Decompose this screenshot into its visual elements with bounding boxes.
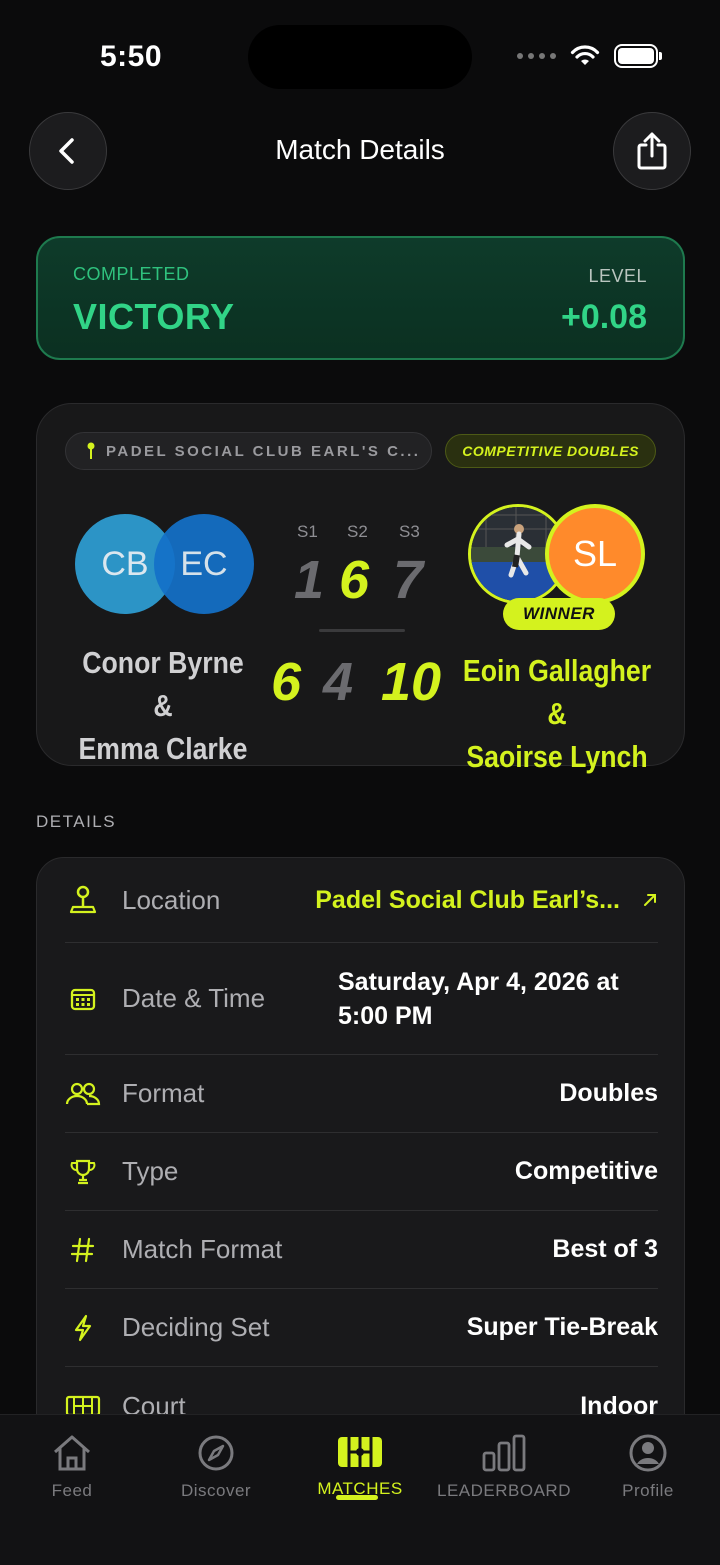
wifi-icon <box>570 45 600 65</box>
team1-name-line: Conor Byrne & <box>82 645 244 723</box>
detail-label: Deciding Set <box>122 1312 270 1342</box>
team1-set-score: 7 <box>393 550 424 610</box>
trophy-icon <box>65 1154 101 1190</box>
users-icon <box>65 1076 101 1112</box>
lightning-icon <box>65 1310 101 1346</box>
compass-icon <box>198 1435 234 1471</box>
team2-set-score: 4 <box>323 652 354 712</box>
detail-value: Best of 3 <box>552 1235 658 1263</box>
avatar[interactable]: SL <box>545 504 645 604</box>
team1-set-score: 6 <box>339 550 370 610</box>
bar-chart-icon <box>482 1434 526 1472</box>
match-status: COMPLETED <box>73 264 190 284</box>
team1-name-line: Emma Clarke <box>78 731 248 766</box>
calendar-icon <box>65 981 101 1017</box>
team2-set-score: 6 <box>271 652 302 712</box>
location-link[interactable]: Padel Social Club Earl’s... <box>315 886 620 915</box>
time-value: 5:00 PM <box>338 1001 433 1030</box>
detail-row-type: Type Competitive <box>65 1133 658 1211</box>
map-pin-icon <box>65 882 101 918</box>
status-time: 5:50 <box>100 40 163 73</box>
details-card: Location Padel Social Club Earl’s... Dat… <box>36 857 685 1477</box>
cellular-icon <box>517 53 556 59</box>
battery-icon <box>614 44 662 68</box>
team1-name: Conor Byrne & Emma Clarke <box>72 641 254 770</box>
date-value: Saturday, Apr 4, 2026 at <box>338 967 619 996</box>
home-icon <box>54 1435 90 1471</box>
detail-label: Type <box>122 1156 179 1186</box>
tab-label: Profile <box>622 1481 674 1500</box>
venue-name: PADEL SOCIAL CLUB EARL'S C... <box>106 442 421 460</box>
detail-label: Format <box>122 1078 205 1108</box>
detail-value: Saturday, Apr 4, 2026 at 5:00 PM <box>338 965 658 1033</box>
share-button[interactable] <box>613 112 691 190</box>
share-icon <box>637 132 667 170</box>
pin-icon <box>87 442 95 459</box>
detail-row-deciding-set: Deciding Set Super Tie-Break <box>65 1289 658 1367</box>
status-indicators <box>517 44 662 68</box>
detail-value: Super Tie-Break <box>466 1313 658 1341</box>
detail-row-location[interactable]: Location Padel Social Club Earl’s... <box>65 858 658 943</box>
team2-name-line: Saoirse Lynch <box>466 739 648 774</box>
profile-icon <box>629 1434 667 1472</box>
tab-label: LEADERBOARD <box>437 1481 571 1500</box>
result-banner: COMPLETED VICTORY LEVEL +0.08 <box>36 236 685 360</box>
active-tab-indicator <box>336 1495 378 1500</box>
tab-label: Feed <box>51 1481 93 1500</box>
detail-label: Match Format <box>122 1234 283 1264</box>
tab-feed[interactable]: Feed <box>0 1433 144 1501</box>
external-link-icon <box>644 894 656 906</box>
score-divider <box>319 629 405 632</box>
detail-label: Location <box>122 884 221 915</box>
team2-name: Eoin Gallagher & Saoirse Lynch <box>457 649 657 778</box>
tab-bar: Feed Discover MATCHES LEADERBOARD Profil… <box>0 1414 720 1565</box>
match-outcome: VICTORY <box>73 296 235 337</box>
team2-name-line: Eoin Gallagher & <box>462 653 652 731</box>
detail-row-date-time: Date & Time Saturday, Apr 4, 2026 at 5:0… <box>65 943 658 1055</box>
set-header: S2 <box>347 522 368 541</box>
details-section-label: DETAILS <box>36 812 117 831</box>
avatar[interactable]: EC <box>154 514 254 614</box>
winner-badge: WINNER <box>503 598 615 630</box>
page-title: Match Details <box>275 134 445 165</box>
tab-leaderboard[interactable]: LEADERBOARD <box>432 1433 576 1501</box>
tab-matches[interactable]: MATCHES <box>288 1433 432 1499</box>
detail-value: Doubles <box>559 1079 658 1107</box>
dynamic-island <box>248 25 472 89</box>
level-change: +0.08 <box>560 298 647 336</box>
set-header: S1 <box>297 522 318 541</box>
detail-label: Date & Time <box>122 983 266 1013</box>
detail-value: Competitive <box>514 1157 658 1185</box>
hash-icon <box>65 1232 101 1268</box>
match-type-badge: COMPETITIVE DOUBLES <box>445 434 656 468</box>
venue-pill[interactable]: PADEL SOCIAL CLUB EARL'S C... <box>65 432 432 470</box>
tab-label: Discover <box>180 1481 252 1500</box>
detail-row-match-format: Match Format Best of 3 <box>65 1211 658 1289</box>
detail-row-format: Format Doubles <box>65 1055 658 1133</box>
match-card[interactable]: PADEL SOCIAL CLUB EARL'S C... COMPETITIV… <box>36 403 685 774</box>
level-label: LEVEL <box>588 266 647 286</box>
set-header: S3 <box>399 522 420 541</box>
team1-set-score: 1 <box>294 550 325 610</box>
court-icon <box>338 1437 382 1467</box>
tab-discover[interactable]: Discover <box>144 1433 288 1501</box>
tab-profile[interactable]: Profile <box>576 1433 720 1501</box>
team2-set-score: 10 <box>381 652 442 712</box>
